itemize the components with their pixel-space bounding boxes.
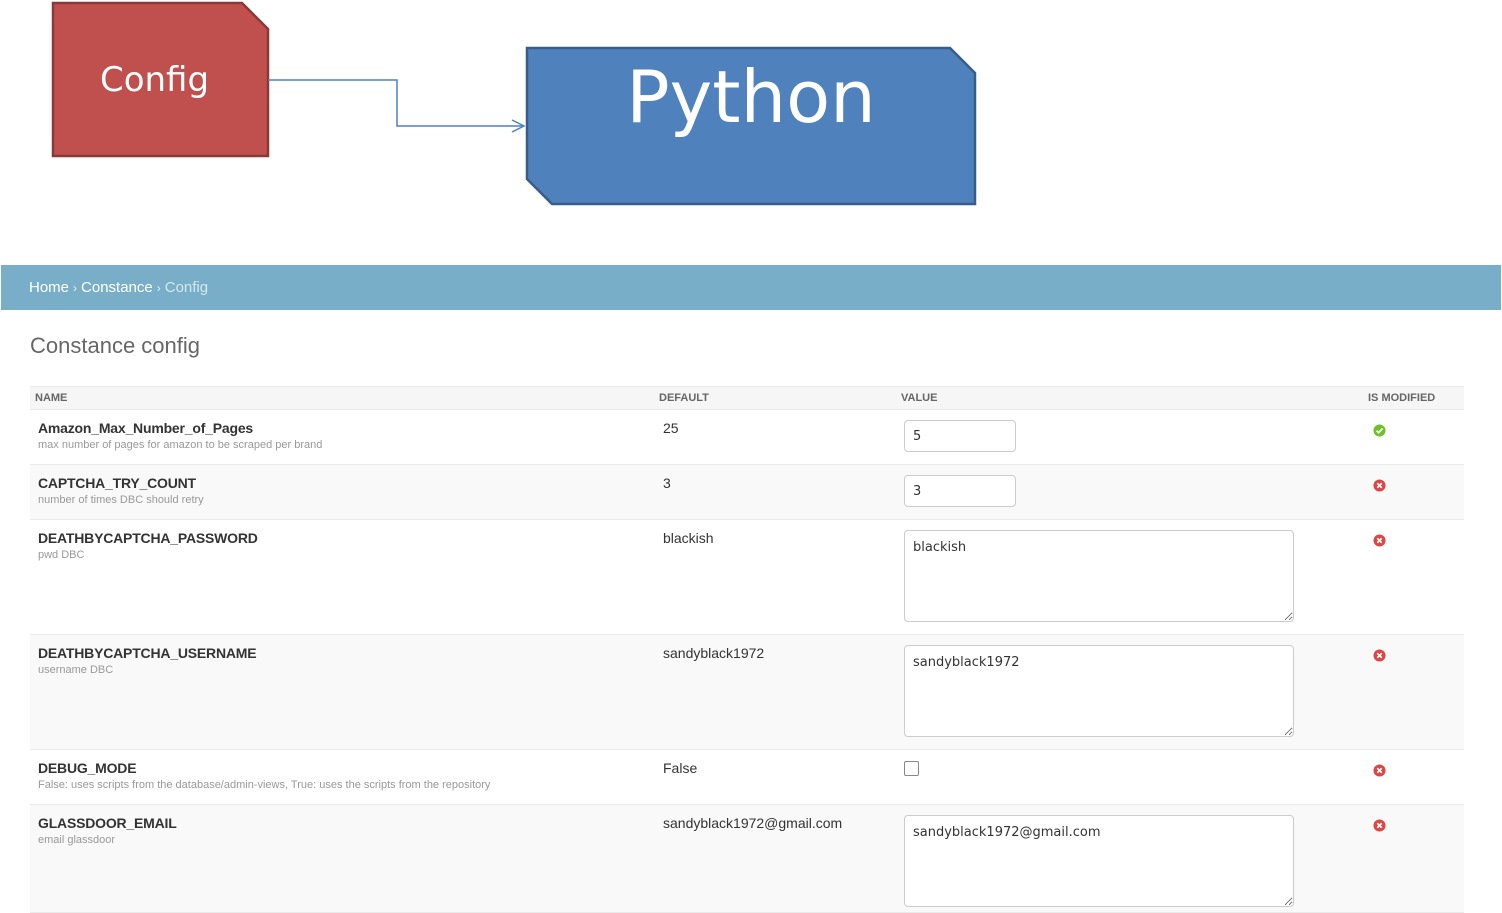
table-row: DEATHBYCAPTCHA_USERNAME username DBC san… (30, 634, 1464, 750)
column-header-value[interactable]: VALUE (896, 386, 1368, 410)
setting-name: GLASSDOOR_EMAIL (38, 815, 177, 831)
setting-name-cell: DEATHBYCAPTCHA_USERNAME username DBC (30, 634, 654, 750)
table-row: GLASSDOOR_EMAIL email glassdoor sandybla… (30, 804, 1464, 913)
setting-name-cell: GLASSDOOR_EMAIL email glassdoor (30, 804, 654, 913)
table-row: Amazon_Max_Number_of_Pages max number of… (30, 409, 1464, 465)
setting-default-value: 25 (663, 420, 679, 436)
table-header-row: NAME DEFAULT VALUE IS MODIFIED (30, 386, 1464, 410)
breadcrumb-constance-link[interactable]: Constance (81, 279, 153, 296)
setting-default-cell: 25 (654, 409, 896, 465)
setting-help-text: pwd DBC (38, 549, 85, 561)
setting-help-text: number of times DBC should retry (38, 494, 204, 506)
column-header-is-modified[interactable]: IS MODIFIED (1368, 386, 1464, 410)
dbc-username-textarea[interactable]: sandyblack1972 (904, 645, 1294, 737)
x-icon (1373, 534, 1386, 547)
setting-modified-cell (1368, 464, 1464, 520)
table-row: DEBUG_MODE False: uses scripts from the … (30, 749, 1464, 805)
setting-value-cell: sandyblack1972@gmail.com (896, 804, 1368, 913)
setting-default-value: sandyblack1972@gmail.com (663, 815, 843, 831)
captcha-try-count-input[interactable] (904, 475, 1016, 507)
setting-modified-cell (1368, 804, 1464, 913)
amazon-max-pages-input[interactable] (904, 420, 1016, 452)
setting-modified-cell (1368, 409, 1464, 465)
check-icon (1373, 424, 1386, 437)
setting-default-value: False (663, 760, 698, 776)
setting-value-cell: sandyblack1972 (896, 634, 1368, 750)
setting-name: DEATHBYCAPTCHA_USERNAME (38, 645, 257, 661)
setting-help-text: max number of pages for amazon to be scr… (38, 439, 323, 451)
debug-mode-checkbox[interactable] (904, 761, 919, 776)
setting-name: Amazon_Max_Number_of_Pages (38, 420, 253, 436)
setting-name: CAPTCHA_TRY_COUNT (38, 475, 196, 491)
setting-name-cell: DEATHBYCAPTCHA_PASSWORD pwd DBC (30, 519, 654, 635)
setting-default-cell: sandyblack1972 (654, 634, 896, 750)
config-label: Config (99, 60, 210, 100)
page-title: Constance config (30, 333, 200, 358)
setting-default-cell: blackish (654, 519, 896, 635)
setting-name: DEBUG_MODE (38, 760, 137, 776)
breadcrumb: Home › Constance › Config (1, 265, 1501, 310)
config-table: NAME DEFAULT VALUE IS MODIFIED Amazon_Ma… (30, 386, 1464, 913)
setting-modified-cell (1368, 519, 1464, 635)
breadcrumb-current: Config (164, 279, 209, 296)
setting-name-cell: DEBUG_MODE False: uses scripts from the … (30, 749, 654, 805)
column-header-name[interactable]: NAME (30, 386, 654, 410)
connector-arrow (268, 79, 524, 126)
setting-value-cell (896, 749, 1368, 805)
x-icon (1373, 764, 1386, 777)
setting-modified-cell (1368, 634, 1464, 750)
setting-default-value: blackish (663, 530, 714, 546)
setting-value-cell: blackish (896, 519, 1368, 635)
column-header-default[interactable]: DEFAULT (654, 386, 896, 410)
setting-name-cell: CAPTCHA_TRY_COUNT number of times DBC sh… (30, 464, 654, 520)
setting-default-cell: False (654, 749, 896, 805)
x-icon (1373, 649, 1386, 662)
breadcrumb-home-link[interactable]: Home (29, 279, 69, 296)
dbc-password-textarea[interactable]: blackish (904, 530, 1294, 622)
setting-default-cell: sandyblack1972@gmail.com (654, 804, 896, 913)
setting-help-text: username DBC (38, 664, 114, 676)
setting-help-text: False: uses scripts from the database/ad… (38, 779, 491, 791)
setting-name-cell: Amazon_Max_Number_of_Pages max number of… (30, 409, 654, 465)
setting-modified-cell (1368, 749, 1464, 805)
config-python-diagram: Config Python (0, 0, 1502, 220)
table-row: DEATHBYCAPTCHA_PASSWORD pwd DBC blackish… (30, 519, 1464, 635)
setting-value-cell (896, 409, 1368, 465)
table-row: CAPTCHA_TRY_COUNT number of times DBC sh… (30, 464, 1464, 520)
glassdoor-email-textarea[interactable]: sandyblack1972@gmail.com (904, 815, 1294, 907)
x-icon (1373, 479, 1386, 492)
breadcrumb-separator: › (156, 281, 161, 295)
setting-default-cell: 3 (654, 464, 896, 520)
setting-name: DEATHBYCAPTCHA_PASSWORD (38, 530, 258, 546)
setting-default-value: 3 (663, 475, 671, 491)
python-label: Python (626, 55, 876, 139)
setting-value-cell (896, 464, 1368, 520)
x-icon (1373, 819, 1386, 832)
setting-help-text: email glassdoor (38, 834, 116, 846)
breadcrumb-separator: › (73, 281, 78, 295)
setting-default-value: sandyblack1972 (663, 645, 765, 661)
